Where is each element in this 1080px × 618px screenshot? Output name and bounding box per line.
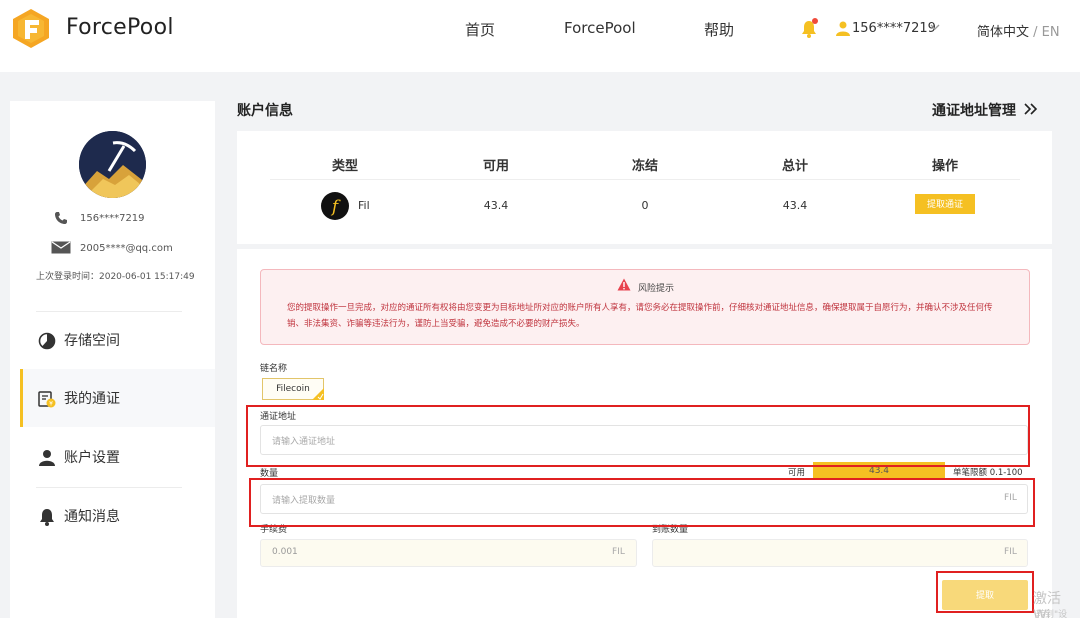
selected-check-icon (312, 388, 324, 400)
token-address-label: 通证地址 (260, 412, 297, 422)
lang-separator: / (1029, 25, 1042, 40)
bell-icon (40, 509, 54, 526)
sidebar-item-account-settings[interactable]: 账户设置 (20, 428, 215, 486)
nav-forcepool[interactable]: ForcePool (564, 19, 636, 37)
amount-label: 数量 (260, 469, 279, 479)
chevron-down-icon[interactable] (930, 24, 940, 31)
chain-name-label: 链名称 (260, 364, 288, 374)
sidebar-item-storage[interactable]: 存储空间 (20, 311, 215, 369)
token-address-management-link[interactable]: 通证地址管理 (932, 100, 1016, 120)
available-amount: 43.4 (813, 462, 945, 480)
receive-amount-unit: FIL (1004, 547, 1017, 557)
single-limit: 单笔限额 0.1-100 (953, 466, 1023, 478)
token-total: 43.4 (782, 199, 808, 212)
table-header-frozen: 冻结 (631, 159, 658, 174)
token-available: 43.4 (483, 199, 509, 212)
sidebar-item-label: 通知消息 (64, 509, 120, 525)
risk-warning-text: 您的提取操作一旦完成，对应的通证所有权将由您变更为目标地址所对应的账户所有人享有… (287, 303, 993, 329)
table-header-available: 可用 (482, 159, 509, 174)
token-name: Fil (358, 199, 370, 212)
submit-withdraw-button[interactable]: 提取 (942, 580, 1028, 610)
profile-email: 2005****@qq.com (80, 243, 173, 254)
table-header-total: 总计 (781, 159, 808, 174)
notification-dot (812, 18, 818, 24)
phone-icon (55, 212, 67, 224)
windows-activation-watermark-sub: 转到"设置" (1036, 610, 1068, 618)
language-switcher[interactable]: 简体中文 / EN (977, 21, 1060, 40)
token-address-placeholder: 请输入通证地址 (272, 437, 336, 447)
lang-zh[interactable]: 简体中文 (977, 25, 1029, 40)
last-login-time: 上次登录时间：2020-06-01 15:17:49 (36, 272, 195, 282)
nav-help[interactable]: 帮助 (704, 19, 734, 40)
sidebar-item-label: 账户设置 (64, 450, 120, 466)
double-chevron-right-icon[interactable] (1024, 103, 1038, 115)
avatar[interactable] (79, 131, 146, 198)
pie-chart-icon (38, 332, 56, 350)
lang-en[interactable]: EN (1042, 25, 1060, 40)
receive-amount-label: 到账数量 (652, 525, 689, 535)
profile-phone: 156****7219 (80, 213, 145, 224)
forcepool-logo-icon[interactable] (12, 8, 50, 48)
amount-unit: FIL (1004, 493, 1017, 503)
token-address-input[interactable] (260, 425, 1028, 455)
withdraw-token-button[interactable]: 提取通证 (915, 194, 975, 214)
amount-placeholder: 请输入提取数量 (272, 496, 336, 506)
risk-warning-title: 风险提示 (638, 284, 675, 294)
filecoin-icon: f (321, 192, 349, 220)
sidebar-divider (36, 487, 182, 488)
user-icon (836, 21, 850, 36)
sidebar-item-notifications[interactable]: 通知消息 (20, 487, 215, 545)
section-title: 账户信息 (237, 103, 293, 119)
token-table-card (237, 131, 1052, 244)
available-label: 可用 (788, 468, 806, 478)
fee-unit: FIL (612, 547, 625, 557)
email-icon (51, 241, 71, 254)
nav-home[interactable]: 首页 (465, 19, 495, 40)
fee-label: 手续费 (260, 525, 288, 535)
svg-text:¥: ¥ (49, 401, 53, 408)
sidebar-item-label: 我的通证 (64, 391, 120, 407)
warning-icon (617, 278, 631, 291)
sidebar-item-my-tokens[interactable]: ¥ 我的通证 (20, 369, 215, 427)
token-frozen: 0 (641, 199, 649, 212)
fee-field (260, 539, 637, 567)
table-divider (270, 179, 1020, 180)
sidebar-divider (36, 311, 182, 312)
user-account[interactable]: 156****7219 (852, 21, 936, 36)
single-limit-label: 单笔限额 (953, 468, 988, 478)
single-limit-value: 0.1-100 (989, 468, 1023, 478)
fee-value: 0.001 (272, 547, 298, 557)
table-header-type: 类型 (331, 159, 358, 174)
token-icon: ¥ (38, 391, 56, 408)
receive-amount-field (652, 539, 1028, 567)
miner-avatar-icon (79, 131, 146, 198)
table-header-action: 操作 (931, 159, 958, 174)
user-icon (39, 450, 55, 466)
brand-name[interactable]: ForcePool (66, 15, 174, 40)
amount-input[interactable] (260, 484, 1028, 514)
sidebar-item-label: 存储空间 (64, 333, 120, 349)
